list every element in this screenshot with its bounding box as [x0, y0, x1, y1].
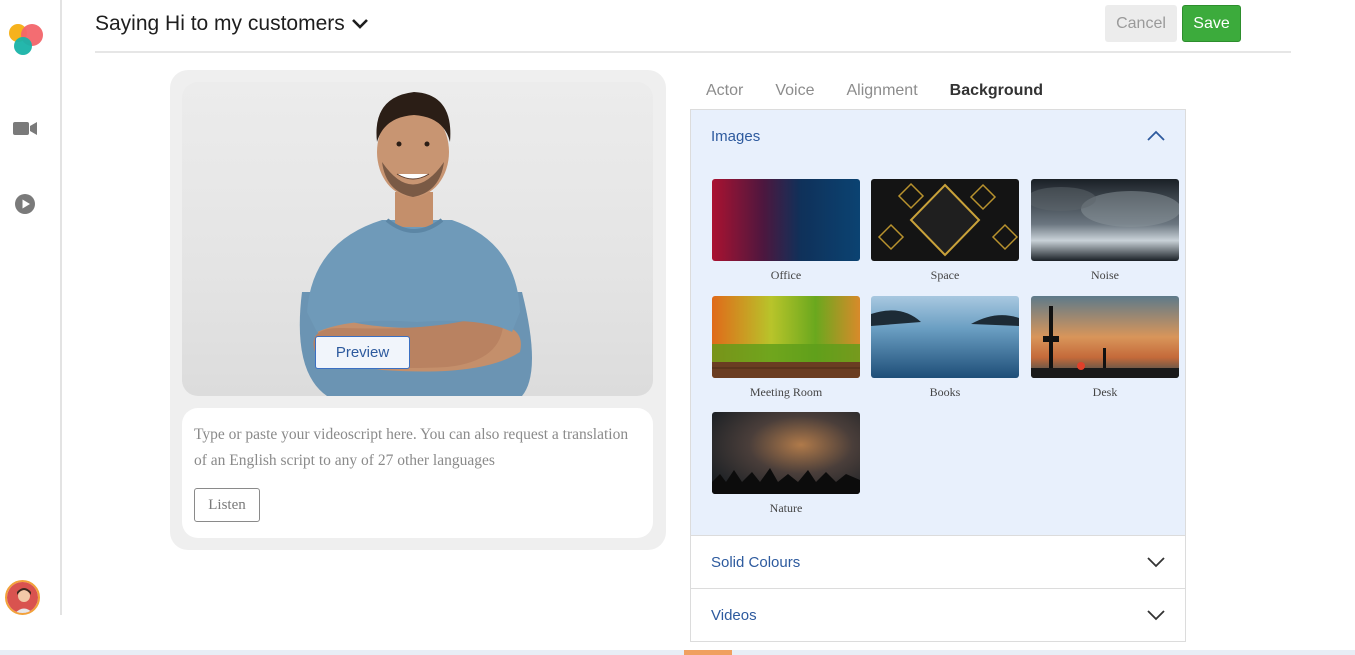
header: Saying Hi to my customers Cancel Save: [95, 0, 1291, 53]
space-image: [871, 179, 1019, 261]
chevron-down-icon: [351, 19, 368, 29]
tab-alignment[interactable]: Alignment: [830, 75, 933, 109]
cancel-button[interactable]: Cancel: [1105, 5, 1177, 42]
background-name: Desk: [1092, 385, 1118, 399]
project-title-dropdown[interactable]: Saying Hi to my customers: [95, 12, 369, 36]
background-thumb-desk[interactable]: Desk: [1031, 296, 1179, 400]
video-camera-icon[interactable]: [12, 115, 38, 141]
background-name: Space: [930, 268, 960, 282]
project-title: Saying Hi to my customers: [95, 12, 345, 35]
preview-button[interactable]: Preview: [315, 336, 410, 369]
tab-actor[interactable]: Actor: [690, 75, 759, 109]
office-image: [712, 179, 860, 261]
background-thumb-nature[interactable]: Nature: [712, 412, 860, 516]
listen-button[interactable]: Listen: [194, 488, 260, 522]
avatar[interactable]: [5, 580, 40, 615]
background-thumb-office[interactable]: Office: [712, 179, 860, 283]
background-name: Nature: [769, 501, 803, 515]
videos-section-header[interactable]: Videos: [691, 589, 1185, 642]
videos-label: Videos: [711, 607, 757, 624]
background-thumb-meeting-room[interactable]: Meeting Room: [712, 296, 860, 400]
bottom-strip: [0, 650, 1355, 655]
solid-colours-section-header[interactable]: Solid Colours: [691, 536, 1185, 589]
background-thumb-books[interactable]: Books: [871, 296, 1019, 400]
background-thumb-noise[interactable]: Noise: [1031, 179, 1179, 283]
images-section-header[interactable]: Images: [691, 110, 1185, 163]
nature-image: [712, 412, 860, 494]
settings-tabs: Actor Voice Alignment Background: [690, 75, 1059, 109]
background-name: Office: [770, 268, 802, 282]
background-name: Meeting Room: [749, 385, 823, 399]
chevron-down-icon: [1147, 610, 1165, 621]
images-section: Images Office Space Noise Meeting Room B…: [691, 110, 1185, 536]
desk-image: [1031, 296, 1179, 378]
tab-background[interactable]: Background: [933, 75, 1059, 109]
sidebar: [0, 0, 62, 615]
images-section-label: Images: [711, 128, 761, 145]
actor-image: [299, 92, 532, 396]
save-button[interactable]: Save: [1182, 5, 1241, 42]
video-editor-panel: Preview Type or paste your videoscript h…: [170, 70, 666, 550]
scroll-indicator: [684, 650, 732, 655]
actor-preview-stage: Preview: [182, 82, 653, 396]
background-panel: Images Office Space Noise Meeting Room B…: [690, 109, 1186, 642]
noise-image: [1031, 179, 1179, 261]
meeting-room-image: [712, 296, 860, 378]
background-name: Noise: [1091, 268, 1119, 282]
tab-voice[interactable]: Voice: [759, 75, 830, 109]
play-circle-icon[interactable]: [12, 191, 38, 217]
script-placeholder[interactable]: Type or paste your videoscript here. You…: [194, 422, 634, 474]
background-name: Books: [929, 385, 961, 399]
app-logo[interactable]: [4, 20, 46, 60]
script-editor[interactable]: Type or paste your videoscript here. You…: [182, 408, 653, 538]
books-image: [871, 296, 1019, 378]
chevron-up-icon: [1147, 130, 1165, 141]
solid-colours-label: Solid Colours: [711, 554, 801, 571]
background-thumb-space[interactable]: Space: [871, 179, 1019, 283]
chevron-down-icon: [1147, 557, 1165, 568]
